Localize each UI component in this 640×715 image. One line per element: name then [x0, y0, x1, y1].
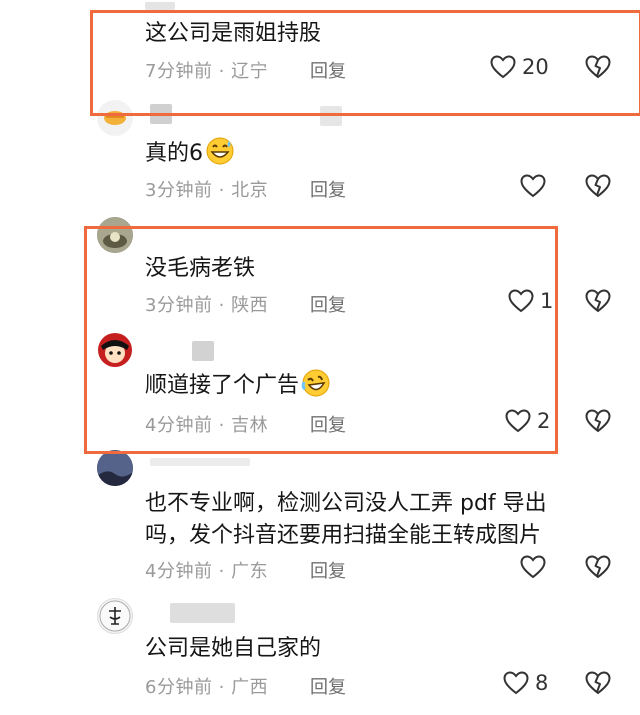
- reply-button[interactable]: 回复: [310, 673, 346, 699]
- comment-meta: 7分钟前 · 辽宁: [145, 57, 268, 83]
- comment-location: 辽宁: [231, 61, 269, 82]
- like-count: 8: [535, 671, 549, 695]
- username-blurred: [320, 106, 342, 126]
- comment-time: 3分钟前: [145, 180, 213, 201]
- heart-icon: [503, 671, 529, 695]
- like-button[interactable]: [520, 174, 546, 198]
- comment-meta: 4分钟前 · 广东: [145, 557, 268, 583]
- avatar[interactable]: [97, 100, 133, 136]
- meta-separator: ·: [212, 295, 232, 316]
- comment-text-content: 真的6: [145, 141, 203, 166]
- like-button[interactable]: 8: [503, 671, 548, 695]
- reply-button[interactable]: 回复: [310, 557, 346, 583]
- meta-separator: ·: [212, 415, 232, 436]
- heart-icon: [508, 289, 534, 313]
- comment-meta: 4分钟前 · 吉林: [145, 411, 268, 437]
- laughing-sweat-emoji-icon: [205, 136, 235, 166]
- comment-text: 没毛病老铁: [145, 256, 256, 281]
- comment-text-line-2: 吗，发个抖音还要用扫描全能王转成图片: [145, 523, 542, 548]
- comment-location: 吉林: [231, 415, 269, 436]
- heart-icon: [520, 174, 546, 198]
- like-button[interactable]: 20: [490, 55, 549, 79]
- like-button[interactable]: 2: [505, 409, 550, 433]
- comment-text: 真的6: [145, 136, 235, 170]
- dislike-button[interactable]: [585, 409, 611, 433]
- dislike-button[interactable]: [585, 671, 611, 695]
- comment-location: 广西: [231, 677, 269, 698]
- heart-icon: [505, 409, 531, 433]
- comment-text-line-1: 也不专业啊，检测公司没人工弄 pdf 导出: [145, 491, 547, 516]
- dislike-button[interactable]: [585, 289, 611, 313]
- reply-button[interactable]: 回复: [310, 411, 346, 437]
- comment-meta: 6分钟前 · 广西: [145, 673, 268, 699]
- username-blurred: [150, 458, 250, 466]
- reply-button[interactable]: 回复: [310, 57, 346, 83]
- dislike-button[interactable]: [585, 174, 611, 198]
- username-blurred: [170, 603, 235, 623]
- comment-time: 6分钟前: [145, 677, 213, 698]
- meta-separator: ·: [212, 561, 232, 582]
- comment-text: 顺道接了个广告: [145, 368, 331, 402]
- rolling-laugh-emoji-icon: [301, 368, 331, 398]
- meta-separator: ·: [212, 180, 232, 201]
- comment-time: 7分钟前: [145, 61, 213, 82]
- comment-text-content: 顺道接了个广告: [145, 373, 300, 398]
- comment-location: 北京: [231, 180, 269, 201]
- like-count: 1: [540, 289, 554, 313]
- like-button[interactable]: [520, 555, 546, 579]
- username-blurred: [192, 341, 214, 361]
- comment-time: 4分钟前: [145, 561, 213, 582]
- reply-button[interactable]: 回复: [310, 176, 346, 202]
- comment-location: 广东: [231, 561, 269, 582]
- comment-text: 这公司是雨姐持股: [145, 21, 322, 46]
- username-blurred: [145, 2, 175, 10]
- comment-location: 陕西: [231, 295, 269, 316]
- heart-icon: [490, 55, 516, 79]
- meta-separator: ·: [212, 61, 232, 82]
- avatar[interactable]: [97, 332, 133, 368]
- username-blurred: [150, 104, 172, 124]
- like-count: 20: [522, 55, 549, 79]
- like-count: 2: [537, 409, 551, 433]
- comment-text: 公司是她自己家的: [145, 636, 322, 661]
- avatar[interactable]: [97, 598, 133, 634]
- dislike-button[interactable]: [585, 55, 611, 79]
- reply-button[interactable]: 回复: [310, 291, 346, 317]
- heart-icon: [520, 555, 546, 579]
- comment-meta: 3分钟前 · 陕西: [145, 291, 268, 317]
- dislike-button[interactable]: [585, 555, 611, 579]
- avatar[interactable]: [97, 217, 133, 253]
- comment-time: 3分钟前: [145, 295, 213, 316]
- like-button[interactable]: 1: [508, 289, 553, 313]
- meta-separator: ·: [212, 677, 232, 698]
- comment-time: 4分钟前: [145, 415, 213, 436]
- avatar[interactable]: [97, 450, 133, 486]
- comment-meta: 3分钟前 · 北京: [145, 176, 268, 202]
